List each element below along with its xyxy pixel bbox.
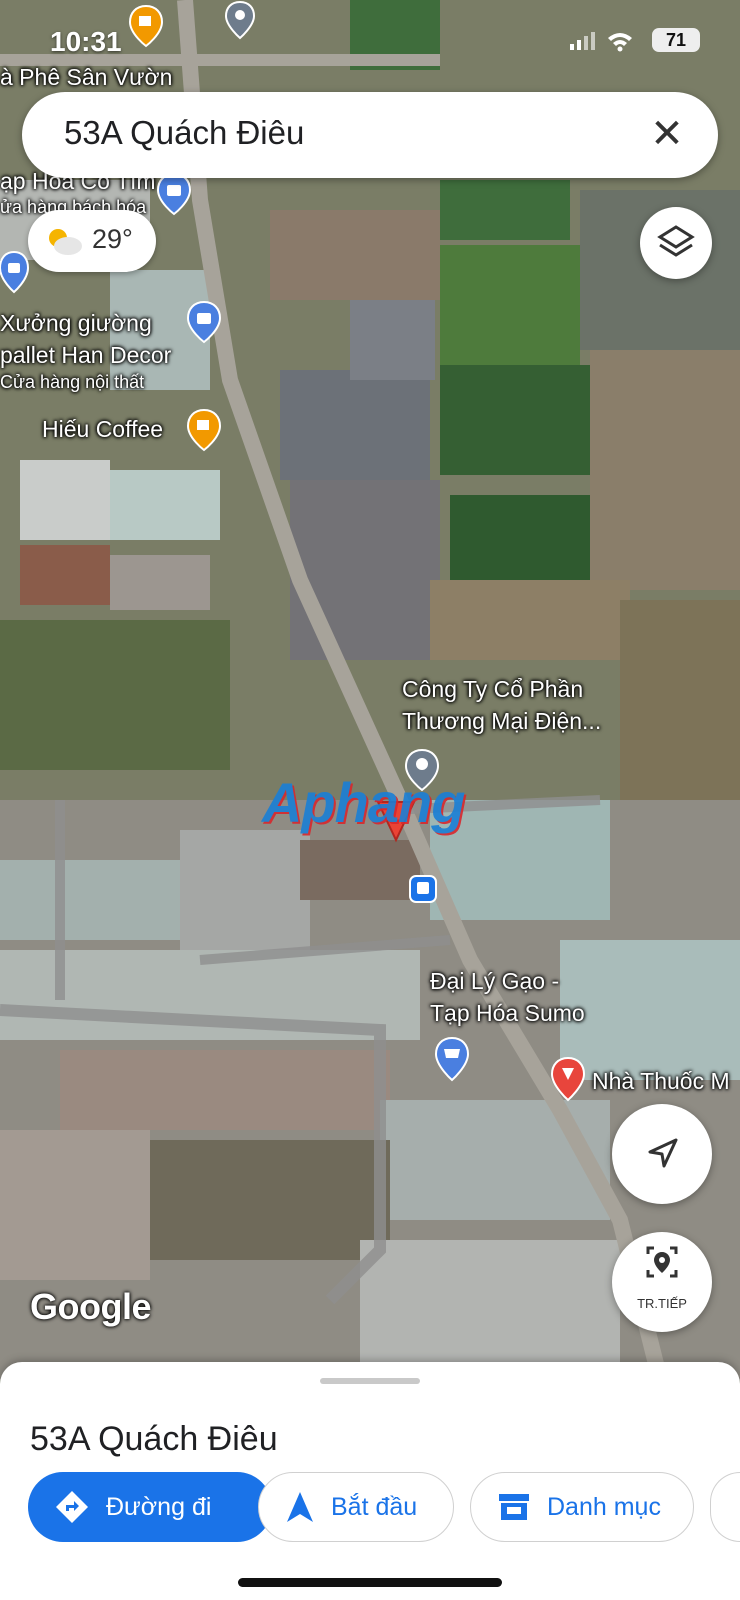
directions-button[interactable]: Đường đi [28,1472,272,1542]
street-view-label: TR.TIẾP [637,1296,687,1311]
start-label: Bắt đầu [331,1492,418,1521]
street-view-icon [646,1246,678,1278]
place-bottom-sheet[interactable]: 53A Quách Điêu Đường đi Bắt đầu Danh mục [0,1362,740,1600]
status-time: 10:31 [50,26,122,57]
signal-wifi-icon [570,32,632,52]
poi-furniture-label[interactable]: Xưởng giường [0,310,152,337]
google-attribution: Google [30,1286,152,1327]
bus-stop-icon[interactable] [408,874,438,904]
place-title: 53A Quách Điêu [30,1420,278,1458]
poi-cafe-label[interactable]: à Phê Sân Vườn [0,64,172,91]
partly-cloudy-icon [49,229,82,255]
start-button[interactable]: Bắt đầu [258,1472,454,1542]
watermark-logo: Aphang [262,771,465,834]
storefront-icon [497,1492,531,1522]
weather-chip[interactable]: 29° [28,210,156,272]
coffee-pin-icon[interactable] [186,408,222,452]
poi-company-label[interactable]: Công Ty Cổ Phần [402,676,583,703]
shopping-pin-icon-3[interactable] [186,300,222,344]
poi-company-label-2[interactable]: Thương Mại Điện... [402,708,601,735]
poi-coffee-label[interactable]: Hiếu Coffee [42,416,163,443]
weather-temp: 29° [92,224,133,254]
poi-pharmacy-label[interactable]: Nhà Thuốc M [592,1068,730,1095]
search-bar[interactable]: 53A Quách Điêu ✕ [22,92,718,178]
street-view-button[interactable]: TR.TIẾP [612,1232,712,1332]
grocery-pin-icon[interactable] [434,1036,470,1082]
home-indicator [238,1578,502,1587]
shopping-pin-icon[interactable] [156,172,192,216]
drag-handle[interactable] [320,1378,420,1384]
status-bar: 10:31 71 [0,20,740,60]
navigation-icon [285,1490,315,1524]
shopping-pin-icon-2[interactable] [0,250,30,294]
poi-furniture-category: Cửa hàng nội thất [0,372,145,392]
layers-icon [657,225,695,257]
navigation-arrow-icon [648,1138,678,1168]
close-icon[interactable]: ✕ [644,112,690,158]
my-location-button[interactable] [612,1104,712,1204]
poi-furniture-label-2[interactable]: pallet Han Decor [0,342,171,369]
poi-rice-label[interactable]: Đại Lý Gạo - [430,968,559,995]
directions-label: Đường đi [106,1492,212,1521]
directions-icon [54,1489,90,1525]
categories-label: Danh mục [547,1492,661,1521]
layers-button[interactable] [640,207,712,279]
poi-rice-label-2[interactable]: Tạp Hóa Sumo [430,1000,585,1027]
more-chip[interactable] [710,1472,740,1542]
search-query[interactable]: 53A Quách Điêu [64,114,304,152]
battery-indicator: 71 [652,28,700,52]
pharmacy-pin-icon[interactable] [550,1056,586,1102]
categories-button[interactable]: Danh mục [470,1472,694,1542]
